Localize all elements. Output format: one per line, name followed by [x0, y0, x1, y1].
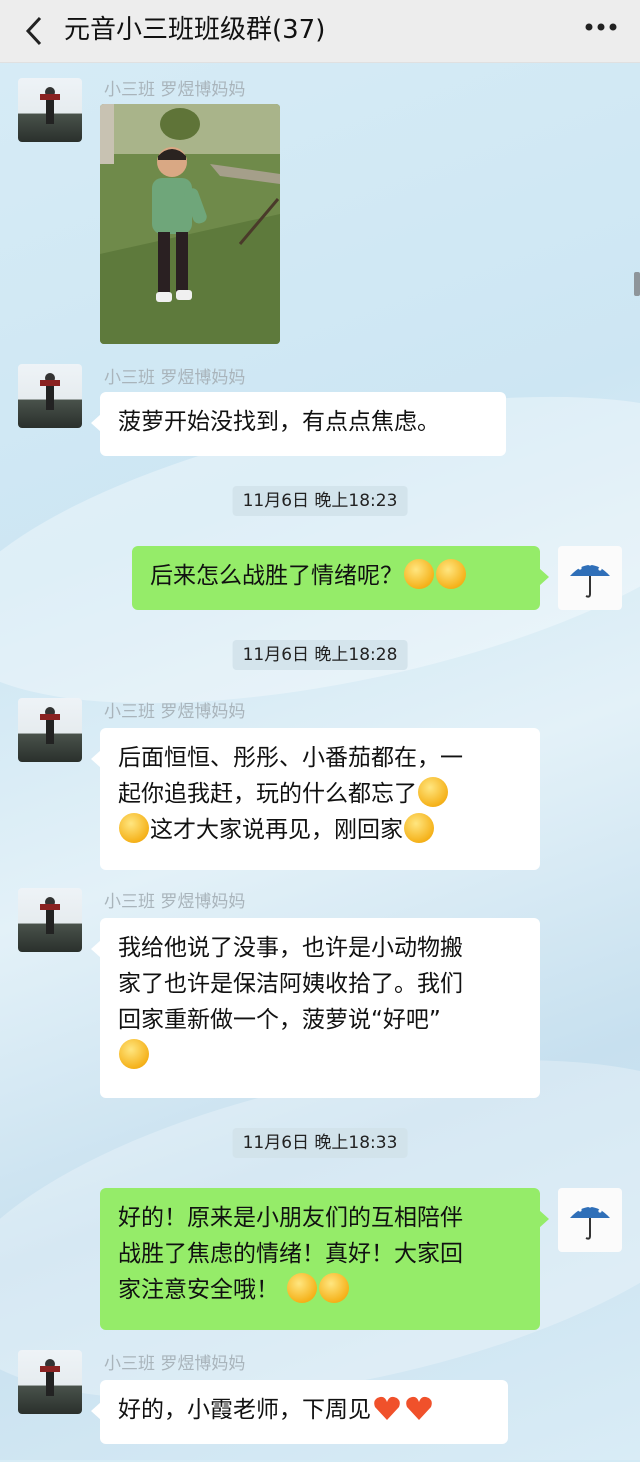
timestamp: 11月6日 晚上18:28 [232, 640, 408, 670]
chat-title: 元音小三班班级群(37) [64, 15, 326, 45]
smirk-emoji-icon [404, 559, 434, 589]
avatar[interactable] [18, 698, 82, 762]
message-bubble[interactable]: 好的，小霞老师，下周见 [91, 1380, 508, 1444]
message-bubble[interactable]: 我给他说了没事，也许是小动物搬 家了也许是保洁阿姨收拾了。我们 回家重新做一个，… [91, 918, 540, 1098]
timestamp: 11月6日 晚上18:33 [232, 1128, 408, 1158]
blush-emoji-icon [287, 1273, 318, 1303]
smirk-emoji-icon [436, 559, 466, 589]
timestamp: 11月6日 晚上18:23 [232, 486, 408, 516]
scrollbar-thumb[interactable] [634, 272, 640, 296]
self-avatar[interactable] [558, 546, 622, 610]
message-line: 好的！原来是小朋友们的互相陪伴 [118, 1205, 463, 1231]
sender-name: 小三班 罗煜博妈妈 [104, 80, 246, 100]
message-line: 后面恒恒、彤彤、小番茄都在，一 [118, 745, 463, 771]
grin-emoji-icon [404, 813, 434, 843]
heart-icon [372, 1393, 402, 1423]
photo-message[interactable] [100, 104, 280, 344]
message-line: 战胜了焦虑的情绪！真好！大家回 [118, 1241, 463, 1267]
sender-name: 小三班 罗煜博妈妈 [104, 1354, 246, 1374]
smile-emoji-icon [119, 1039, 149, 1069]
message-line: 这才大家说再见，刚回家 [150, 817, 403, 843]
avatar[interactable] [18, 364, 82, 428]
message-line: 家注意安全哦！ [118, 1277, 279, 1303]
message-text: 菠萝开始没找到，有点点焦虑。 [118, 409, 440, 435]
message-bubble[interactable]: 菠萝开始没找到，有点点焦虑。 [91, 392, 506, 456]
chevron-left-icon[interactable] [20, 14, 50, 48]
message-text: 后来怎么战胜了情绪呢？ [150, 563, 403, 589]
message-line: 我给他说了没事，也许是小动物搬 [118, 935, 463, 961]
sender-name: 小三班 罗煜博妈妈 [104, 368, 246, 388]
message-bubble-self[interactable]: 好的！原来是小朋友们的互相陪伴 战胜了焦虑的情绪！真好！大家回 家注意安全哦！ [100, 1188, 549, 1330]
smirk-emoji-icon [418, 777, 448, 807]
avatar[interactable] [18, 78, 82, 142]
more-dots-icon[interactable] [584, 22, 618, 32]
blush-emoji-icon [319, 1273, 350, 1303]
avatar[interactable] [18, 888, 82, 952]
sender-name: 小三班 罗煜博妈妈 [104, 892, 246, 912]
self-avatar[interactable] [558, 1188, 622, 1252]
chat-header: 元音小三班班级群(37) [0, 0, 640, 63]
message-bubble[interactable]: 后面恒恒、彤彤、小番茄都在，一 起你追我赶，玩的什么都忘了 这才大家说再见，刚回… [91, 728, 540, 870]
message-bubble-self[interactable]: 后来怎么战胜了情绪呢？ [132, 546, 549, 610]
message-line: 家了也许是保洁阿姨收拾了。我们 [118, 971, 463, 997]
avatar[interactable] [18, 1350, 82, 1414]
heart-icon [404, 1393, 434, 1423]
message-text: 好的，小霞老师，下周见 [118, 1397, 371, 1423]
message-line: 回家重新做一个，菠萝说“好吧” [118, 1007, 441, 1033]
message-line: 起你追我赶，玩的什么都忘了 [118, 781, 417, 807]
sender-name: 小三班 罗煜博妈妈 [104, 702, 246, 722]
smirk-emoji-icon [119, 813, 149, 843]
